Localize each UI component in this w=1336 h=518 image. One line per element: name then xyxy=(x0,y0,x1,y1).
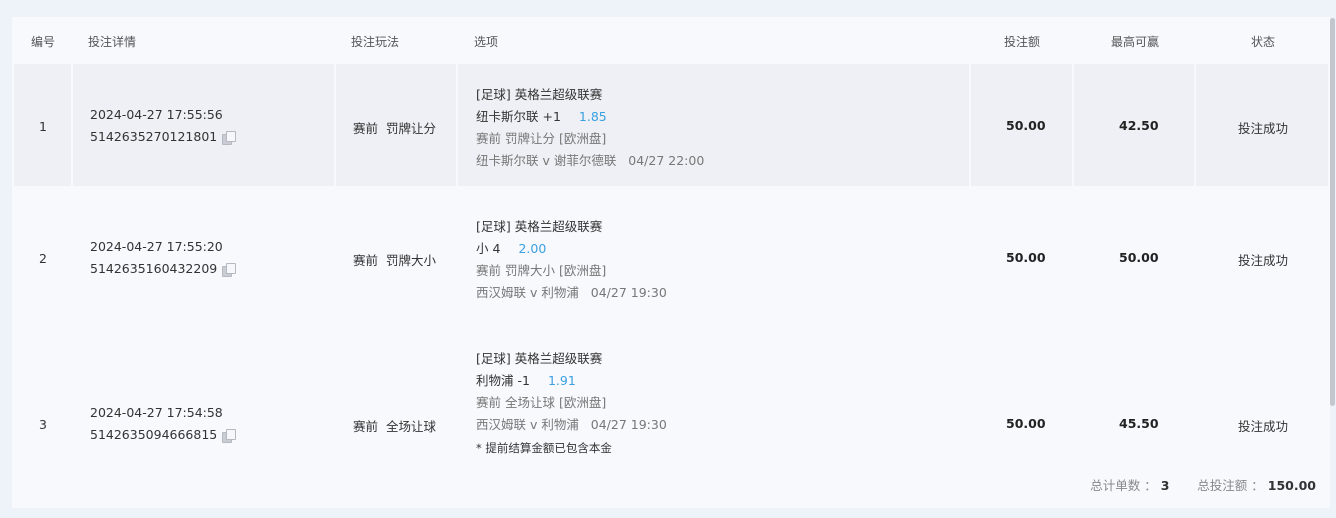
bet-amount: 50.00 xyxy=(1006,416,1046,431)
selection: 纽卡斯尔联 +1 1.85 xyxy=(476,109,607,124)
league-name: [足球] 英格兰超级联赛 xyxy=(476,219,603,234)
order-id: 5142635270121801 xyxy=(90,129,218,144)
table-header: 编号 投注详情 投注玩法 选项 投注额 最高可赢 状态 xyxy=(12,17,1330,63)
settlement-note: * 提前结算金额已包含本金 xyxy=(476,441,612,455)
play-type: 赛前 全场让球 xyxy=(353,419,436,434)
odds-value: 1.85 xyxy=(578,109,607,124)
bet-amount: 50.00 xyxy=(1006,118,1046,133)
bet-status: 投注成功 xyxy=(1238,121,1289,136)
row-number: 3 xyxy=(39,417,47,432)
table-row: 1 2024-04-27 17:55:56 5142635270121801 赛… xyxy=(14,64,1328,186)
market-info: 赛前 罚牌让分 [欧洲盘] xyxy=(476,131,607,146)
play-type: 赛前 罚牌大小 xyxy=(353,253,436,268)
scrollbar[interactable] xyxy=(1330,18,1335,406)
bet-status: 投注成功 xyxy=(1238,419,1289,434)
selection: 小 4 2.00 xyxy=(476,241,547,256)
bet-datetime: 2024-04-27 17:54:58 xyxy=(90,405,223,420)
header-play: 投注玩法 xyxy=(351,35,400,49)
header-amount: 投注额 xyxy=(1004,35,1041,49)
market-info: 赛前 全场让球 [欧洲盘] xyxy=(476,395,607,410)
match-info: 西汉姆联 v 利物浦 04/27 19:30 xyxy=(476,417,667,432)
total-count: 3 xyxy=(1160,478,1170,493)
market-info: 赛前 罚牌大小 [欧洲盘] xyxy=(476,263,607,278)
order-id: 5142635160432209 xyxy=(90,261,218,276)
bet-status: 投注成功 xyxy=(1238,253,1289,268)
league-name: [足球] 英格兰超级联赛 xyxy=(476,351,603,366)
bet-datetime: 2024-04-27 17:55:56 xyxy=(90,107,223,122)
order-id: 5142635094666815 xyxy=(90,427,218,442)
table-row: 2 2024-04-27 17:55:20 5142635160432209 赛… xyxy=(14,196,1328,318)
selection: 利物浦 -1 1.91 xyxy=(476,373,576,388)
summary-footer: 总计单数 ： 3 总投注额 ： 150.00 xyxy=(1090,475,1316,494)
odds-value: 1.91 xyxy=(547,373,576,388)
max-win: 42.50 xyxy=(1119,118,1159,133)
league-name: [足球] 英格兰超级联赛 xyxy=(476,87,603,102)
match-info: 纽卡斯尔联 v 谢菲尔德联 04/27 22:00 xyxy=(476,153,705,168)
row-number: 1 xyxy=(39,119,47,134)
total-amount-label: 总投注额 ： xyxy=(1197,478,1264,493)
total-amount: 150.00 xyxy=(1267,478,1316,493)
max-win: 50.00 xyxy=(1119,250,1159,265)
odds-value: 2.00 xyxy=(518,241,547,256)
header-max-win: 最高可赢 xyxy=(1111,35,1160,49)
max-win: 45.50 xyxy=(1119,416,1159,431)
header-option: 选项 xyxy=(474,35,499,49)
table-row: 3 2024-04-27 17:54:58 5142635094666815 赛… xyxy=(14,328,1328,457)
header-status: 状态 xyxy=(1251,35,1276,49)
header-detail: 投注详情 xyxy=(88,35,137,49)
bet-records-panel: 编号 投注详情 投注玩法 选项 投注额 最高可赢 状态 1 2024-04-27… xyxy=(12,17,1330,508)
copy-icon[interactable] xyxy=(222,428,237,443)
total-count-label: 总计单数 ： xyxy=(1090,478,1157,493)
bet-datetime: 2024-04-27 17:55:20 xyxy=(90,239,223,254)
copy-icon[interactable] xyxy=(222,130,237,145)
match-info: 西汉姆联 v 利物浦 04/27 19:30 xyxy=(476,285,667,300)
row-number: 2 xyxy=(39,251,47,266)
copy-icon[interactable] xyxy=(222,262,237,277)
header-no: 编号 xyxy=(31,35,56,49)
bet-amount: 50.00 xyxy=(1006,250,1046,265)
play-type: 赛前 罚牌让分 xyxy=(353,121,436,136)
